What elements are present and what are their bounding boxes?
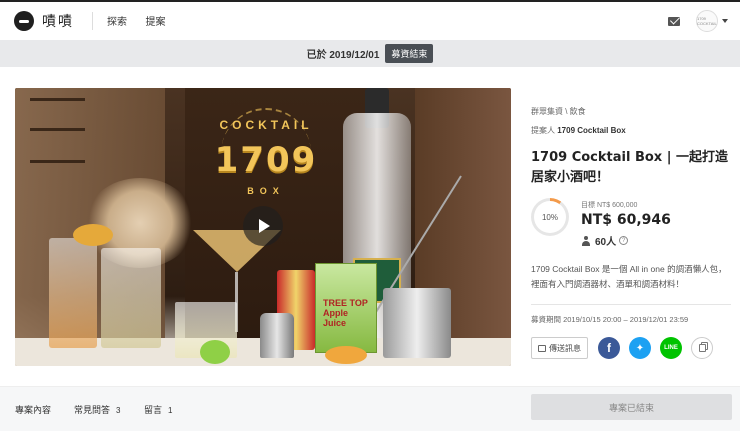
proposer: 提案人 1709 Cocktail Box: [531, 125, 731, 136]
copy-link-icon[interactable]: [691, 337, 713, 359]
tab-faq[interactable]: 常見問答 3: [74, 403, 120, 416]
shaker-small: [260, 313, 294, 358]
twitter-share-icon[interactable]: ✦: [629, 337, 651, 359]
cocktail-shaker: [383, 288, 451, 358]
orange-slice: [325, 346, 367, 364]
funding-status-bar: 已於 2019/12/01 募資結束: [0, 40, 740, 67]
share-actions: 傳送訊息 f ✦ LINE: [531, 337, 731, 359]
play-icon: [259, 219, 270, 233]
proposer-label: 提案人: [531, 126, 555, 135]
help-icon[interactable]: ?: [619, 236, 629, 245]
funding-progress: 10% 目標 NT$ 600,000 NT$ 60,946 60人 ?: [531, 198, 731, 248]
chevron-down-icon[interactable]: [722, 19, 728, 23]
cocktail-glass: [101, 248, 161, 348]
funding-summary: 目標 NT$ 600,000 NT$ 60,946 60人 ?: [581, 198, 671, 248]
tab-count: 3: [116, 406, 121, 415]
mail-icon[interactable]: [668, 16, 680, 26]
shelf: [30, 98, 85, 101]
progress-ring: 10%: [531, 198, 569, 236]
shelf: [30, 160, 85, 163]
nav-explore[interactable]: 探索: [107, 17, 127, 28]
header-divider: [92, 12, 93, 30]
project-info: 群眾集資 \ 飲食 提案人 1709 Cocktail Box 1709 Coc…: [531, 106, 731, 359]
facebook-share-icon[interactable]: f: [598, 337, 620, 359]
divider: [531, 304, 731, 305]
tab-count: 1: [168, 406, 173, 415]
logo-text: 嘖嘖: [42, 13, 74, 29]
proposer-name[interactable]: 1709 Cocktail Box: [557, 126, 625, 135]
juice-label: TREE TOP Apple Juice: [323, 298, 368, 328]
backer-count: 60人 ?: [581, 233, 671, 248]
progress-percent: 10%: [534, 201, 566, 233]
funding-goal: 目標 NT$ 600,000: [581, 202, 638, 209]
brand-top-text: COCKTAIL: [219, 118, 313, 132]
shelf: [30, 128, 85, 131]
send-message-button[interactable]: 傳送訊息: [531, 337, 588, 359]
project-video[interactable]: COCKTAIL 1709 BOX TREE TOP Apple Juice: [15, 88, 511, 366]
project-ended-button[interactable]: 專案已結束: [531, 394, 732, 420]
brand-bottom-text: BOX: [247, 186, 285, 196]
status-badge: 募資結束: [385, 44, 434, 63]
top-header: 嘖嘖 探索 提案 1709 COCKTAIL: [0, 0, 740, 40]
page-title: 1709 Cocktail Box | 一起打造居家小酒吧！: [531, 150, 728, 185]
tab-comments[interactable]: 留言 1: [144, 403, 172, 416]
tab-label: 留言: [144, 405, 163, 415]
lime: [200, 340, 230, 364]
funding-period: 募資期間 2019/10/15 20:00 – 2019/12/01 23:59: [531, 315, 689, 324]
message-icon: [538, 344, 546, 352]
brand-logo: COCKTAIL 1709 BOX: [201, 118, 331, 196]
logo-icon: [14, 11, 34, 31]
send-message-label: 傳送訊息: [549, 343, 581, 353]
status-date: 已於 2019/12/01: [306, 50, 380, 61]
breadcrumb[interactable]: 群眾集資 \ 飲食: [531, 106, 731, 117]
citrus-garnish: [73, 224, 113, 246]
person-icon: [581, 235, 591, 246]
backers-text: 60人: [595, 237, 617, 248]
play-button[interactable]: [243, 206, 283, 246]
cocktail-glass: [49, 238, 97, 348]
tab-content[interactable]: 專案內容: [15, 403, 51, 416]
avatar[interactable]: 1709 COCKTAIL: [696, 10, 718, 32]
tab-label: 專案內容: [15, 405, 52, 415]
project-description: 1709 Cocktail Box 是一個 All in one 的調酒懶人包，…: [531, 264, 727, 289]
main-nav: 探索 提案: [107, 12, 179, 30]
tab-label: 常見問答: [74, 405, 111, 415]
nav-propose[interactable]: 提案: [145, 17, 165, 28]
brand-number: 1709: [214, 140, 318, 180]
site-logo[interactable]: 嘖嘖: [14, 11, 74, 31]
funding-amount: NT$ 60,946: [581, 212, 671, 228]
line-share-icon[interactable]: LINE: [660, 337, 682, 359]
header-right: 1709 COCKTAIL: [668, 10, 728, 32]
